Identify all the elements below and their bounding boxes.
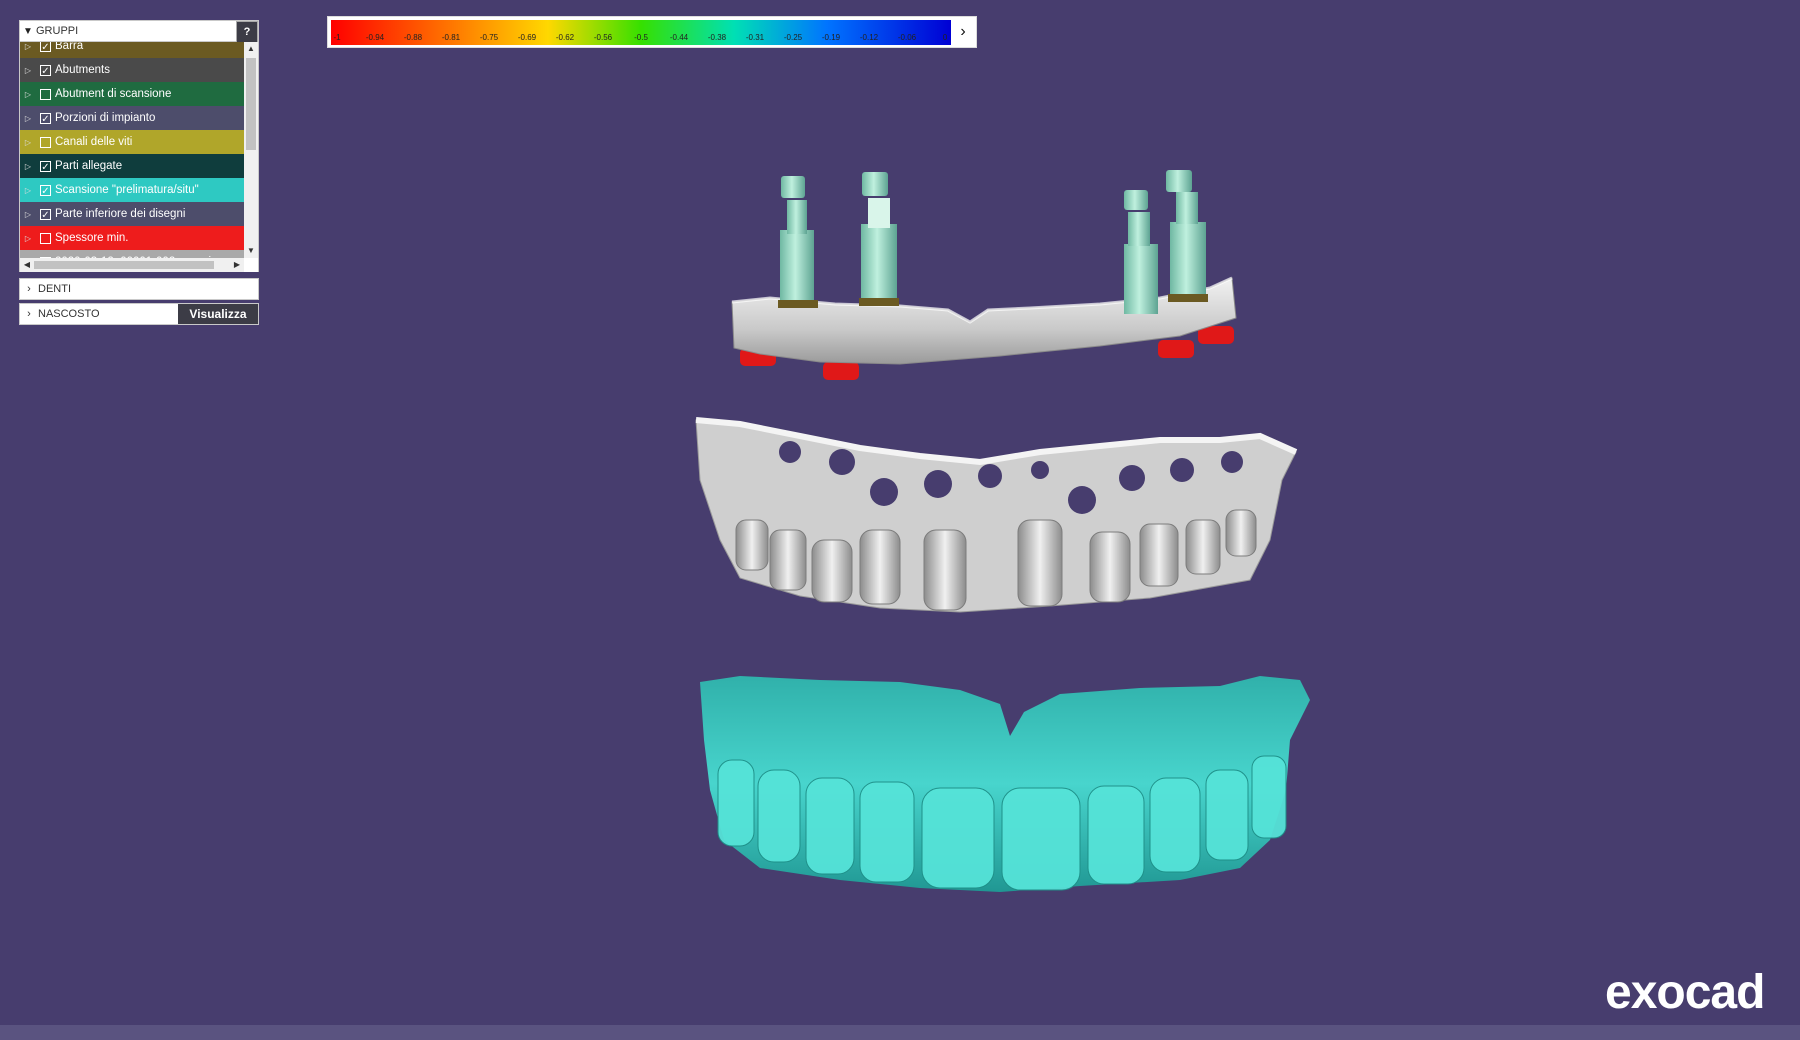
scale-tick-label: -0.5 — [634, 33, 648, 42]
framework-teeth-model — [695, 417, 1298, 613]
scale-tick-label: -0.19 — [821, 33, 841, 42]
scale-tick-label: -1 — [333, 33, 341, 42]
visibility-checkbox[interactable]: ✓ — [40, 184, 51, 197]
scale-tick-label: -0.56 — [593, 33, 613, 42]
vertical-scrollbar[interactable]: ▲ ▼ — [244, 42, 258, 258]
scale-tick-label: -0.69 — [517, 33, 537, 42]
section-teeth[interactable]: › DENTI — [19, 278, 259, 300]
visibility-checkbox[interactable]: ✓ — [40, 208, 51, 221]
section-hidden-label: NASCOSTO — [38, 308, 100, 320]
chevron-down-icon: ▼ — [23, 25, 33, 37]
group-label: Abutments — [55, 64, 110, 76]
group-label: Parti allegate — [55, 160, 123, 172]
implant-post — [778, 176, 818, 308]
scale-tick-label: -0.06 — [897, 33, 917, 42]
status-strip — [0, 1025, 1800, 1040]
scale-tick-label: -0.38 — [707, 33, 727, 42]
section-hidden[interactable]: › NASCOSTO Visualizza — [19, 303, 259, 325]
expand-arrow-icon[interactable]: ▷ — [20, 210, 36, 219]
chevron-right-icon: › — [27, 283, 31, 295]
visibility-checkbox[interactable]: ✓ — [40, 112, 51, 125]
scale-expand-arrow[interactable]: › — [950, 17, 976, 47]
help-button[interactable]: ? — [236, 21, 258, 43]
scroll-right-icon[interactable]: ▶ — [230, 258, 244, 272]
scale-tick-label: -0.31 — [745, 33, 765, 42]
scroll-up-icon[interactable]: ▲ — [244, 42, 258, 56]
group-label: Canali delle viti — [55, 136, 133, 148]
3d-viewport[interactable] — [0, 0, 1800, 1025]
visibility-checkbox[interactable]: ✓ — [40, 160, 51, 173]
groups-panel: ▼ GRUPPI ? ▷ ✓ Barra ▷ ✓ Abutments ▷ Abutment d… — [19, 20, 259, 325]
chevron-right-icon: › — [27, 308, 31, 320]
scale-tick-label: -0.12 — [859, 33, 879, 42]
group-row[interactable]: ▷ Spessore min. — [20, 226, 244, 250]
section-teeth-label: DENTI — [38, 283, 71, 295]
deviation-color-scale: -1 -0.94 -0.88 -0.81 -0.75 -0.69 -0.62 -0.56 -0.… — [327, 16, 977, 48]
scale-tick-label: -0.75 — [479, 33, 499, 42]
implant-post — [1124, 190, 1158, 314]
visibility-checkbox[interactable] — [40, 232, 51, 244]
scan-jaw-model — [700, 676, 1310, 892]
expand-arrow-icon[interactable]: ▷ — [20, 114, 36, 123]
expand-arrow-icon[interactable]: ▷ — [20, 42, 36, 51]
group-label: Parte inferiore dei disegni — [55, 208, 186, 220]
groups-list: ▷ ✓ Barra ▷ ✓ Abutments ▷ Abutment di scansione… — [19, 42, 259, 272]
group-row[interactable]: ▷ Canali delle viti — [20, 130, 244, 154]
scroll-left-icon[interactable]: ◀ — [20, 258, 34, 272]
analog-red — [823, 362, 859, 380]
expand-arrow-icon[interactable]: ▷ — [20, 162, 36, 171]
visibility-checkbox[interactable] — [40, 136, 51, 148]
group-label: Scansione "prelimatura/situ" — [55, 184, 199, 196]
horizontal-scrollbar[interactable]: ◀ ▶ — [20, 258, 244, 272]
group-row[interactable]: ▷ ✓ Scansione "prelimatura/situ" — [20, 178, 244, 202]
scale-tick-label: -0.88 — [403, 33, 423, 42]
group-label: Barra — [55, 42, 84, 52]
expand-arrow-icon[interactable]: ▷ — [20, 186, 36, 195]
visibility-checkbox[interactable]: ✓ — [40, 64, 51, 77]
scale-tick-labels: -1 -0.94 -0.88 -0.81 -0.75 -0.69 -0.62 -0.56 -0.… — [331, 33, 951, 45]
dental-model-scene — [695, 170, 1310, 892]
scale-tick-label: -0.94 — [365, 33, 385, 42]
group-label: Abutment di scansione — [55, 88, 172, 100]
analog-red — [1158, 340, 1194, 358]
visibility-checkbox[interactable]: ✓ — [40, 42, 51, 53]
group-row[interactable]: ▷ ✓ Parte inferiore dei disegni — [20, 202, 244, 226]
group-row[interactable]: ▷ Abutment di scansione — [20, 82, 244, 106]
scale-tick-label: -0.81 — [441, 33, 461, 42]
expand-arrow-icon[interactable]: ▷ — [20, 66, 36, 75]
scale-tick-label: -0.25 — [783, 33, 803, 42]
groups-header[interactable]: ▼ GRUPPI ? — [19, 20, 259, 43]
group-row[interactable]: ▷ ✓ Abutments — [20, 58, 244, 82]
groups-title: GRUPPI — [36, 25, 79, 37]
group-row[interactable]: ▷ ✓ Barra — [20, 42, 244, 58]
implant-bar-model — [731, 170, 1237, 380]
scale-tick-label: -0.62 — [555, 33, 575, 42]
scale-tick-label: 0 — [942, 33, 948, 42]
scroll-thumb[interactable] — [246, 58, 256, 150]
group-row[interactable]: ▷ ✓ Parti allegate — [20, 154, 244, 178]
implant-post — [859, 172, 899, 306]
hscroll-thumb[interactable] — [34, 261, 214, 269]
visibility-checkbox[interactable] — [40, 88, 51, 100]
show-button[interactable]: Visualizza — [178, 304, 258, 324]
expand-arrow-icon[interactable]: ▷ — [20, 138, 36, 147]
exocad-logo: exocad — [1605, 966, 1765, 1019]
group-label: Spessore min. — [55, 232, 129, 244]
scroll-down-icon[interactable]: ▼ — [244, 244, 258, 258]
group-label: Porzioni di impianto — [55, 112, 156, 124]
implant-post — [1166, 170, 1208, 302]
expand-arrow-icon[interactable]: ▷ — [20, 90, 36, 99]
scale-tick-label: -0.44 — [669, 33, 689, 42]
group-row[interactable]: ▷ ✓ Porzioni di impianto — [20, 106, 244, 130]
expand-arrow-icon[interactable]: ▷ — [20, 234, 36, 243]
